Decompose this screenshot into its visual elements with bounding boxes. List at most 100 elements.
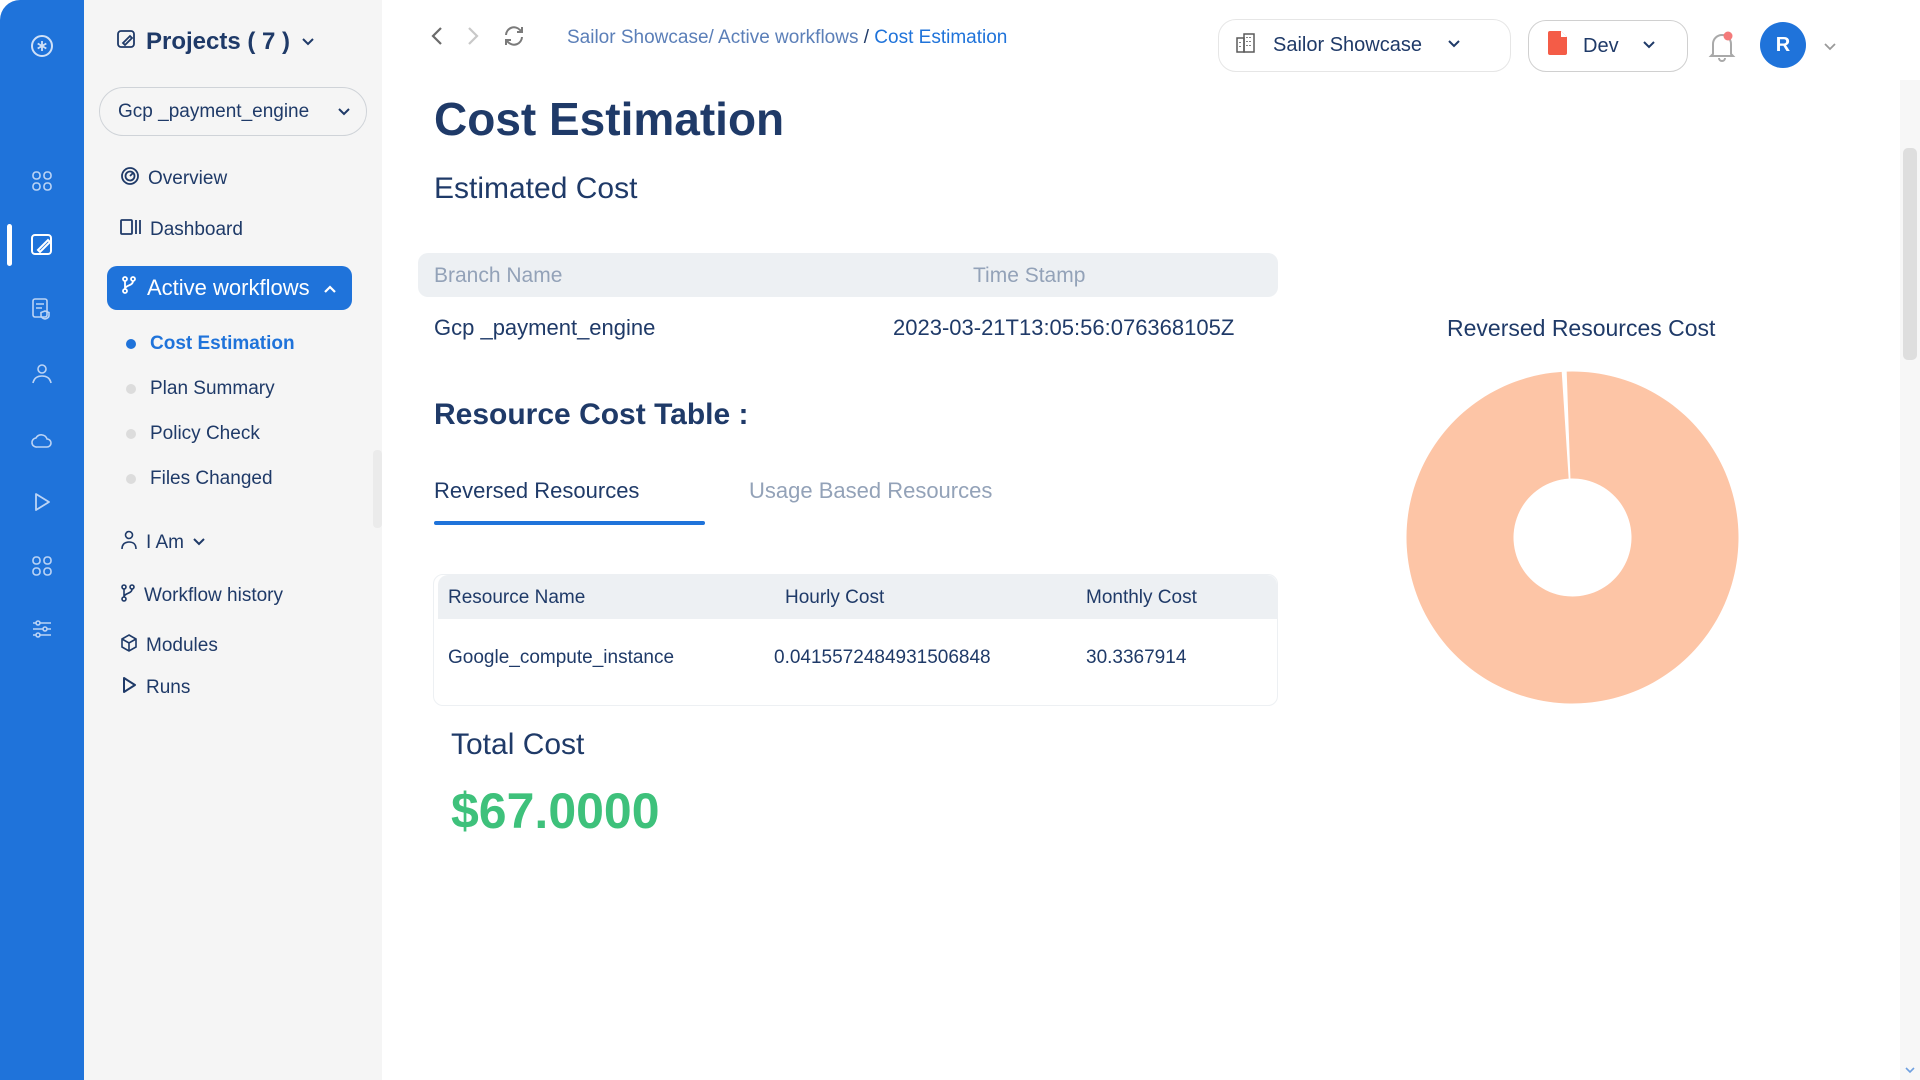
scroll-down-arrow-icon[interactable] [1904, 1064, 1916, 1076]
chevron-down-icon [336, 103, 352, 125]
inactive-dot [126, 429, 136, 439]
column-header-time-stamp: Time Stamp [973, 264, 1086, 287]
logo-icon[interactable] [27, 31, 57, 61]
sidebar-item-label: I Am [146, 532, 185, 553]
breadcrumb-current: Cost Estimation [874, 27, 1008, 48]
sidebar-item-workflow-history[interactable]: Workflow history [120, 583, 283, 609]
active-tab-indicator [434, 521, 705, 525]
cloud-icon[interactable] [27, 424, 57, 454]
estimated-cost-heading: Estimated Cost [434, 172, 638, 205]
sidebar-item-label: Dashboard [150, 219, 243, 240]
grid-icon[interactable] [27, 166, 57, 196]
sidebar-subitem-label: Files Changed [150, 468, 273, 489]
time-stamp-value: 2023-03-21T13:05:56:076368105Z [893, 315, 1235, 340]
sidebar-item-active-workflows[interactable]: Active workflows [107, 266, 352, 310]
total-cost-value: $67.0000 [451, 783, 660, 839]
rail-active-indicator [7, 224, 12, 266]
resource-table-header: Resource Name Hourly Cost Monthly Cost [438, 575, 1277, 619]
user-icon[interactable] [27, 359, 57, 389]
history-nav [430, 24, 526, 53]
inactive-dot [126, 384, 136, 394]
sidebar-subitem-plan-summary[interactable]: Plan Summary [126, 378, 275, 400]
page-title: Cost Estimation [434, 93, 785, 145]
sidebar-item-label: Active workflows [147, 275, 310, 300]
scrollbar-thumb[interactable] [1903, 148, 1917, 360]
dashboard-icon [120, 218, 142, 242]
reversed-resources-donut-chart [1406, 371, 1739, 704]
projects-dropdown[interactable]: Projects ( 7 ) [116, 28, 316, 56]
tab-reversed-resources[interactable]: Reversed Resources [434, 478, 639, 504]
apps-icon[interactable] [27, 551, 57, 581]
sidebar-item-overview[interactable]: Overview [120, 166, 227, 192]
chevron-down-icon [300, 28, 316, 56]
sidebar-subitem-files-changed[interactable]: Files Changed [126, 468, 273, 490]
organization-select[interactable]: Sailor Showcase [1218, 19, 1511, 72]
sidebar-item-runs[interactable]: Runs [120, 676, 190, 700]
branch-icon [120, 583, 136, 609]
building-icon [1235, 32, 1257, 60]
breadcrumb-separator: / [858, 27, 875, 48]
projects-icon[interactable] [27, 230, 57, 260]
back-icon[interactable] [430, 25, 444, 52]
resource-name-cell: Google_compute_instance [448, 647, 675, 668]
column-header-branch-name: Branch Name [434, 264, 563, 287]
environment-select-value: Dev [1583, 34, 1619, 57]
notification-bell-icon[interactable] [1708, 30, 1736, 67]
user-icon [120, 530, 138, 556]
sidebar-scrollbar[interactable] [373, 450, 382, 528]
chevron-up-icon [322, 278, 338, 304]
breadcrumb-parent[interactable]: Sailor Showcase/ Active workflows [567, 27, 858, 48]
icon-rail [0, 0, 84, 1080]
chevron-down-icon [192, 532, 206, 554]
column-header-resource-name: Resource Name [448, 587, 586, 608]
gauge-icon [120, 166, 140, 192]
sidebar-item-dashboard[interactable]: Dashboard [120, 218, 243, 242]
sidebar-item-modules[interactable]: Modules [120, 634, 218, 658]
donut-slice-google-compute-instance[interactable] [1406, 371, 1739, 704]
sidebar-subitem-policy-check[interactable]: Policy Check [126, 423, 260, 445]
refresh-icon[interactable] [502, 24, 526, 53]
resource-cost-table-heading: Resource Cost Table : [434, 398, 749, 431]
sidebar-subitem-cost-estimation[interactable]: Cost Estimation [126, 333, 295, 355]
sidebar-subitem-label: Policy Check [150, 423, 260, 444]
resource-cost-table: Resource Name Hourly Cost Monthly Cost G… [433, 574, 1278, 706]
environment-file-icon [1547, 30, 1569, 62]
projects-label: Projects ( 7 ) [146, 28, 291, 55]
edit-project-icon [116, 28, 136, 56]
chart-title: Reversed Resources Cost [1447, 315, 1716, 341]
sidebar-item-label: Modules [146, 635, 218, 656]
branch-name-value: Gcp _payment_engine [434, 315, 656, 340]
sidebar-item-label: Runs [146, 677, 191, 698]
column-header-monthly-cost: Monthly Cost [1086, 587, 1197, 608]
project-select[interactable]: Gcp _payment_engine [99, 87, 367, 136]
breadcrumb: Sailor Showcase/ Active workflows / Cost… [567, 27, 1007, 49]
environment-select[interactable]: Dev [1528, 20, 1688, 72]
column-header-hourly-cost: Hourly Cost [785, 587, 885, 608]
project-sidebar: Projects ( 7 ) Gcp _payment_engine Overv… [84, 0, 382, 1080]
sidebar-item-iam[interactable]: I Am [120, 530, 206, 556]
chevron-down-icon [1641, 35, 1657, 58]
active-dot [126, 339, 136, 349]
play-icon [120, 676, 138, 700]
project-select-value: Gcp _payment_engine [118, 100, 310, 122]
settings-sliders-icon[interactable] [27, 614, 57, 644]
monthly-cost-cell: 30.3367914 [1086, 647, 1187, 668]
branch-table-header: Branch Name Time Stamp [418, 253, 1278, 297]
tab-usage-based-resources[interactable]: Usage Based Resources [749, 478, 992, 504]
organization-select-value: Sailor Showcase [1273, 34, 1422, 56]
branch-icon [121, 275, 137, 301]
user-avatar[interactable]: R [1760, 22, 1806, 68]
sidebar-subitem-label: Cost Estimation [150, 333, 295, 354]
sidebar-item-label: Overview [148, 168, 228, 189]
cube-icon [120, 634, 138, 658]
sidebar-item-label: Workflow history [144, 585, 284, 606]
runs-icon[interactable] [27, 487, 57, 517]
sidebar-subitem-label: Plan Summary [150, 378, 275, 399]
policy-icon[interactable] [27, 294, 57, 324]
forward-icon[interactable] [466, 25, 480, 52]
account-menu-chevron-icon[interactable] [1822, 38, 1838, 59]
inactive-dot [126, 474, 136, 484]
main-scrollbar[interactable] [1900, 80, 1920, 1080]
chevron-down-icon [1446, 34, 1462, 57]
hourly-cost-cell: 0.0415572484931506848 [774, 647, 991, 668]
